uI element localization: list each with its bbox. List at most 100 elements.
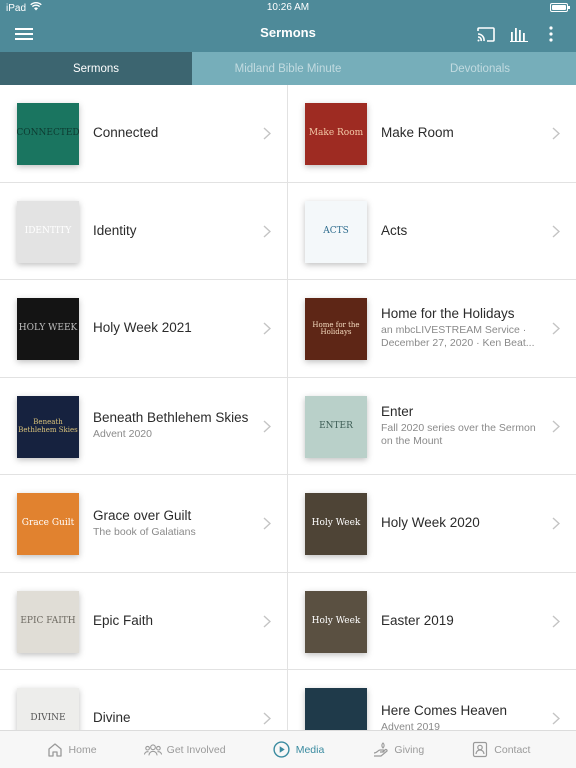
series-text: Grace over Guilt The book of Galatians <box>93 475 251 572</box>
series-title: Identity <box>93 222 137 238</box>
home-icon <box>46 741 64 759</box>
series-title: Epic Faith <box>93 612 154 628</box>
chevron-right-icon <box>263 712 271 725</box>
chevron-right-icon <box>552 127 560 140</box>
chevron-right-icon <box>263 127 271 140</box>
series-text: Enter Fall 2020 series over the Sermon on… <box>381 378 540 475</box>
series-subtitle: Advent 2020 <box>93 428 152 441</box>
series-thumbnail: DIVINE <box>17 688 79 730</box>
series-thumbnail-art: Beneath Bethlehem Skies <box>18 418 78 434</box>
tab-sermons[interactable]: Sermons <box>0 52 192 85</box>
series-thumbnail-art: Make Room <box>308 128 364 139</box>
series-title: Holy Week 2020 <box>381 515 480 531</box>
series-thumbnail-art: ACTS <box>323 225 349 236</box>
chevron-right-icon <box>552 712 560 725</box>
series-thumbnail: HOLY WEEK <box>17 298 79 360</box>
series-subtitle: Fall 2020 series over the Sermon on the … <box>381 421 536 447</box>
series-title: Make Room <box>381 125 454 141</box>
chevron-right-icon <box>263 322 271 335</box>
contact-icon <box>471 741 489 759</box>
nav-bar: Sermons <box>0 16 576 52</box>
bottom-nav-get-involved[interactable]: Get Involved <box>143 741 226 759</box>
series-item-enter[interactable]: ENTER Enter Fall 2020 series over the Serm… <box>288 377 576 475</box>
bottom-nav-giving-label: Giving <box>394 743 425 756</box>
series-thumbnail-art: IDENTITY <box>24 225 72 236</box>
series-text: Easter 2019 <box>381 573 540 670</box>
series-thumbnail: ACTS <box>305 200 367 263</box>
status-time: 10:26 AM <box>266 2 310 13</box>
series-title: Home for the Holidays <box>381 306 515 322</box>
people-icon <box>143 741 162 759</box>
series-thumbnail: Home for the Holidays <box>305 298 367 360</box>
series-item-make-room[interactable]: Make Room Make Room <box>288 85 576 183</box>
series-thumbnail-art: HOLY WEEK <box>18 323 78 334</box>
battery-fill <box>552 5 566 10</box>
bottom-nav-home-label: Home <box>68 743 97 756</box>
series-text: Epic Faith <box>93 573 251 670</box>
chevron-right-icon <box>552 419 560 433</box>
series-thumbnail-art: Grace Guilt <box>21 518 75 529</box>
series-item-holy-week-2020[interactable]: Holy Week Holy Week 2020 <box>288 475 576 573</box>
chevron-right-icon <box>552 224 560 238</box>
series-text: Acts <box>381 183 540 280</box>
series-title: Beneath Bethlehem Skies <box>93 410 249 426</box>
series-item-divine[interactable]: DIVINE Divine <box>0 670 288 730</box>
series-item-holy-week-2021[interactable]: HOLY WEEK Holy Week 2021 <box>0 280 288 378</box>
series-title: Acts <box>381 222 408 238</box>
series-text: Identity <box>93 183 251 280</box>
series-thumbnail: Beneath Bethlehem Skies <box>17 395 79 458</box>
tab-midland-bible-minute[interactable]: Midland Bible Minute <box>192 52 384 85</box>
series-thumbnail: IDENTITY <box>17 200 79 263</box>
series-text: Connected <box>93 85 251 182</box>
play-circle-icon <box>273 741 291 759</box>
series-text: Divine <box>93 670 251 730</box>
series-thumbnail: CONNECTED <box>17 103 79 165</box>
battery-icon <box>550 3 570 12</box>
series-item-epic-faith[interactable]: EPIC FAITH Epic Faith <box>0 572 288 670</box>
chevron-right-icon <box>552 322 560 335</box>
more-vertical-icon[interactable] <box>541 24 561 44</box>
series-title: Divine <box>93 710 131 726</box>
tab-bar: Sermons Midland Bible Minute Devotionals <box>0 52 576 85</box>
series-item-grace-over-guilt[interactable]: Grace Guilt Grace over Guilt The book of G… <box>0 475 288 573</box>
bottom-nav-giving[interactable]: Giving <box>371 741 424 759</box>
bottom-nav-contact[interactable]: Contact <box>471 741 530 759</box>
series-thumbnail-art: ENTER <box>319 420 353 431</box>
series-item-identity[interactable]: IDENTITY Identity <box>0 182 288 280</box>
series-title: Easter 2019 <box>381 612 454 628</box>
bottom-nav-home[interactable]: Home <box>46 741 97 759</box>
audio-bars-icon[interactable] <box>509 24 529 44</box>
chevron-right-icon <box>552 614 560 628</box>
series-item-beneath-bethlehem-skies[interactable]: Beneath Bethlehem Skies Beneath Bethlehem… <box>0 377 288 475</box>
series-item-here-comes-heaven[interactable]: Here Comes Heaven Advent 2019 <box>288 670 576 730</box>
series-title: Connected <box>93 125 159 141</box>
status-bar: iPad 10:26 AM <box>0 0 576 16</box>
series-grid: CONNECTED Connected Make Room Make Room IDEN… <box>0 85 576 730</box>
series-text: Beneath Bethlehem Skies Advent 2020 <box>93 378 251 475</box>
series-text: Home for the Holidays an mbcLIVESTREAM Se… <box>381 280 540 377</box>
bottom-nav-contact-label: Contact <box>494 743 531 756</box>
series-text: Holy Week 2021 <box>93 280 251 377</box>
bottom-nav-get-involved-label: Get Involved <box>166 743 226 756</box>
series-item-acts[interactable]: ACTS Acts <box>288 182 576 280</box>
cast-icon[interactable] <box>476 24 496 44</box>
series-item-home-for-the-holidays[interactable]: Home for the Holidays Home for the Holida… <box>288 280 576 378</box>
series-thumbnail: ENTER <box>305 395 367 458</box>
bottom-nav: Home Get Involved Media Giving Contact <box>0 730 576 768</box>
series-subtitle: Advent 2019 <box>381 720 440 730</box>
chevron-right-icon <box>263 224 271 238</box>
series-thumbnail-art: EPIC FAITH <box>20 615 76 626</box>
bottom-nav-media[interactable]: Media <box>273 741 325 759</box>
series-title: Enter <box>381 403 414 419</box>
series-thumbnail: Holy Week <box>305 590 367 653</box>
series-thumbnail: Make Room <box>305 103 367 165</box>
series-thumbnail <box>305 688 367 730</box>
series-thumbnail-art: Holy Week <box>311 518 361 529</box>
series-item-easter-2019[interactable]: Holy Week Easter 2019 <box>288 572 576 670</box>
bottom-nav-media-label: Media <box>295 743 325 756</box>
app-root: iPad 10:26 AM Sermons Sermons Midland Bi… <box>0 0 576 768</box>
series-thumbnail: Grace Guilt <box>17 493 79 555</box>
series-item-connected[interactable]: CONNECTED Connected <box>0 85 288 183</box>
tab-devotionals[interactable]: Devotionals <box>384 52 576 85</box>
series-subtitle: an mbcLIVESTREAM Service · December 27, … <box>381 324 535 350</box>
